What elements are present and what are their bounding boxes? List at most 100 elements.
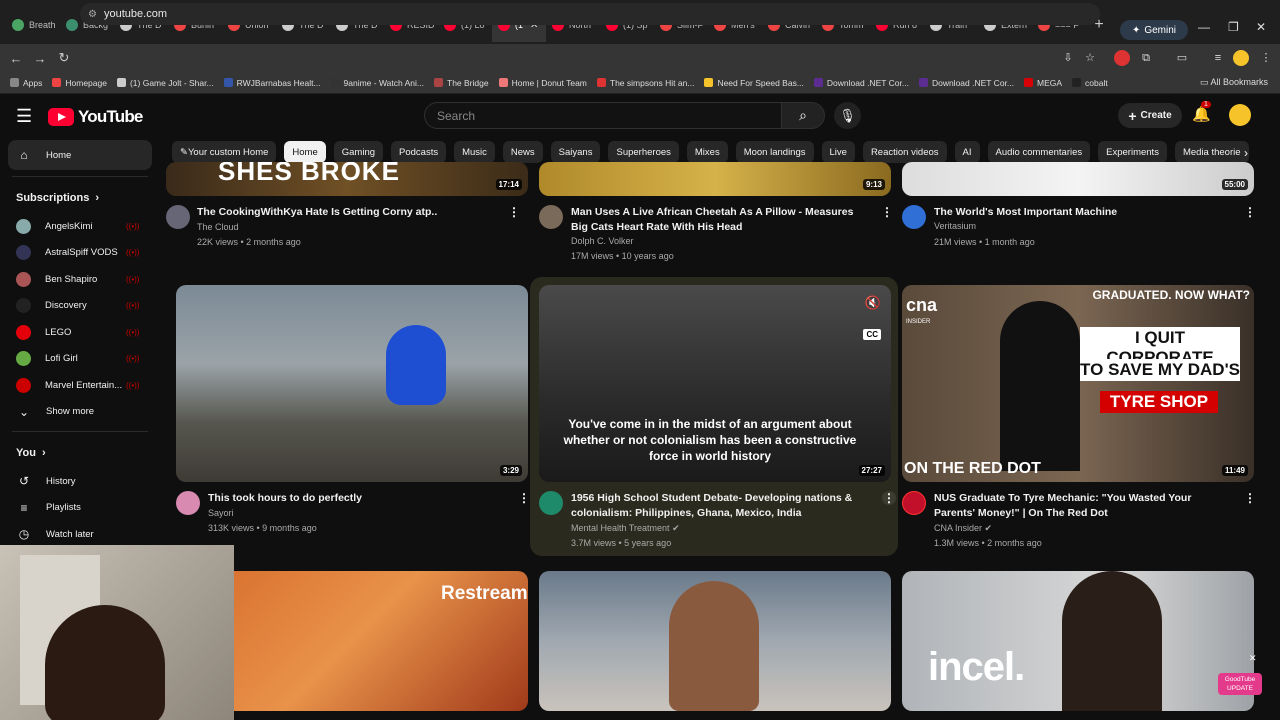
- you-header[interactable]: You ›: [0, 438, 160, 468]
- video-title[interactable]: Man Uses A Live African Cheetah As A Pil…: [571, 205, 871, 234]
- more-options-icon[interactable]: ⋮: [1244, 205, 1256, 219]
- notifications-button[interactable]: 🔔 1: [1192, 101, 1211, 123]
- channel-avatar[interactable]: [539, 491, 563, 515]
- video-thumbnail[interactable]: incel.: [902, 571, 1254, 711]
- back-icon[interactable]: ←: [4, 51, 28, 66]
- all-bookmarks-button[interactable]: ▭ All Bookmarks: [1200, 77, 1268, 88]
- channel-name[interactable]: Veritasium: [934, 221, 976, 231]
- channel-avatar[interactable]: [166, 205, 190, 229]
- site-info-icon[interactable]: ⚙: [88, 9, 97, 20]
- media-icon[interactable]: ▭: [1174, 50, 1190, 66]
- video-thumbnail[interactable]: SHES BROKE 17:14: [166, 162, 528, 196]
- create-button[interactable]: + Create: [1118, 103, 1182, 128]
- filter-chip[interactable]: Home: [284, 141, 326, 163]
- chips-next-icon[interactable]: ›: [1244, 146, 1248, 160]
- more-options-icon[interactable]: ⋮: [508, 205, 520, 219]
- filter-chip[interactable]: Superheroes: [608, 141, 679, 163]
- more-options-icon[interactable]: ⋮: [881, 205, 893, 219]
- video-title[interactable]: The World's Most Important Machine: [934, 205, 1234, 220]
- bookmark-item[interactable]: Download .NET Cor...: [918, 78, 1014, 88]
- extension-red-icon[interactable]: [1114, 50, 1130, 66]
- close-window-icon[interactable]: ✕: [1256, 20, 1266, 34]
- video-title[interactable]: 1956 High School Student Debate- Develop…: [571, 491, 861, 520]
- video-thumbnail[interactable]: 9:13: [539, 162, 891, 196]
- bookmark-item[interactable]: MEGA: [1024, 78, 1062, 88]
- show-more-button[interactable]: ⌄ Show more: [0, 399, 160, 426]
- maximize-icon[interactable]: ❐: [1228, 20, 1239, 34]
- filter-chip[interactable]: Media theorie: [1174, 141, 1249, 163]
- bookmark-item[interactable]: The simpsons Hit an...: [596, 78, 694, 88]
- bookmark-item[interactable]: RWJBarnabas Healt...: [223, 78, 321, 88]
- mute-icon[interactable]: 🔇: [865, 295, 881, 311]
- filter-chip[interactable]: Reaction videos: [862, 141, 947, 163]
- filter-chip[interactable]: Music: [454, 141, 495, 163]
- hamburger-menu-icon[interactable]: ☰: [16, 106, 32, 127]
- bookmark-item[interactable]: Download .NET Cor...: [813, 78, 909, 88]
- install-app-icon[interactable]: ⇩: [1060, 50, 1076, 66]
- video-title[interactable]: NUS Graduate To Tyre Mechanic: "You Wast…: [934, 491, 1234, 520]
- video-thumbnail[interactable]: cna INSIDER GRADUATED. NOW WHAT? I QUIT …: [902, 285, 1254, 482]
- sidebar-subscription[interactable]: Discovery ((•)): [0, 293, 160, 320]
- filter-chip[interactable]: Experiments: [1098, 141, 1167, 163]
- channel-name[interactable]: The Cloud: [197, 222, 239, 232]
- more-options-icon[interactable]: ⋮: [882, 491, 896, 505]
- filter-chip[interactable]: Moon landings: [735, 141, 814, 163]
- filter-chip[interactable]: Saiyans: [550, 141, 601, 163]
- forward-icon[interactable]: →: [28, 51, 52, 66]
- video-title[interactable]: This took hours to do perfectly: [208, 491, 498, 506]
- bookmark-item[interactable]: (1) Game Jolt - Shar...: [116, 78, 214, 88]
- bookmark-item[interactable]: Home | Donut Team: [498, 78, 587, 88]
- more-options-icon[interactable]: ⋮: [518, 491, 530, 505]
- bookmark-item[interactable]: Apps: [10, 78, 42, 88]
- voice-search-button[interactable]: 🎙: [834, 102, 861, 129]
- subscriptions-header[interactable]: Subscriptions ›: [0, 183, 160, 213]
- url-field[interactable]: ⚙ youtube.com: [80, 3, 1100, 25]
- gemini-button[interactable]: ✦ Gemini: [1120, 20, 1188, 40]
- channel-avatar-live[interactable]: [902, 491, 926, 515]
- minimize-icon[interactable]: —: [1198, 20, 1210, 34]
- bookmark-star-icon[interactable]: ☆: [1082, 50, 1098, 66]
- tab-search-icon[interactable]: ≡: [1210, 50, 1226, 66]
- filter-chip[interactable]: ✎ Your custom Home: [172, 141, 277, 163]
- sidebar-item-home[interactable]: ⌂ Home: [8, 140, 152, 170]
- sidebar-subscription[interactable]: Lofi Girl ((•)): [0, 346, 160, 373]
- video-thumbnail[interactable]: 55:00: [902, 162, 1254, 196]
- sidebar-subscription[interactable]: LEGO ((•)): [0, 319, 160, 346]
- goodtube-update-badge[interactable]: GoodTube UPDATE: [1218, 673, 1262, 695]
- sidebar-subscription[interactable]: Marvel Entertain... ((•)): [0, 372, 160, 399]
- browser-tab[interactable]: Breath: [6, 8, 60, 42]
- channel-name[interactable]: CNA Insider ✔: [934, 523, 992, 534]
- youtube-logo[interactable]: YouTube: [48, 107, 143, 127]
- video-thumbnail[interactable]: 3:29: [176, 285, 528, 482]
- sidebar-item-playlists[interactable]: ≡ Playlists: [0, 495, 160, 522]
- channel-name[interactable]: Dolph C. Volker: [571, 236, 634, 246]
- filter-chip[interactable]: News: [502, 141, 543, 163]
- filter-chip[interactable]: Live: [821, 141, 855, 163]
- bookmark-item[interactable]: Homepage: [52, 78, 107, 88]
- filter-chip[interactable]: Audio commentaries: [987, 141, 1091, 163]
- sidebar-subscription[interactable]: AstralSpiff VODS ((•)): [0, 240, 160, 267]
- filter-chip[interactable]: AI: [954, 141, 980, 163]
- channel-avatar[interactable]: [902, 205, 926, 229]
- search-input[interactable]: Search: [424, 102, 782, 129]
- channel-avatar[interactable]: [176, 491, 200, 515]
- filter-chip[interactable]: Podcasts: [391, 141, 447, 163]
- more-options-icon[interactable]: ⋮: [1244, 491, 1256, 505]
- reload-icon[interactable]: ↻: [52, 50, 76, 66]
- bookmark-item[interactable]: Need For Speed Bas...: [704, 78, 804, 88]
- bookmark-item[interactable]: The Bridge: [434, 78, 489, 88]
- captions-button[interactable]: CC: [863, 329, 881, 340]
- account-avatar[interactable]: [1229, 104, 1251, 126]
- profile-avatar[interactable]: [1233, 50, 1249, 66]
- video-thumbnail[interactable]: [539, 571, 891, 711]
- channel-avatar[interactable]: [539, 205, 563, 229]
- close-badge-icon[interactable]: ✕: [1249, 653, 1257, 664]
- bookmark-item[interactable]: 9anime - Watch Ani...: [330, 78, 424, 88]
- filter-chip[interactable]: Gaming: [333, 141, 384, 163]
- video-title[interactable]: The CookingWithKya Hate Is Getting Corny…: [197, 205, 497, 220]
- extensions-puzzle-icon[interactable]: ⧉: [1138, 50, 1154, 66]
- browser-menu-icon[interactable]: ⋮: [1258, 50, 1274, 66]
- sidebar-item-history[interactable]: ↺ History: [0, 468, 160, 495]
- sidebar-subscription[interactable]: Ben Shapiro ((•)): [0, 266, 160, 293]
- sidebar-subscription[interactable]: AngelsKimi ((•)): [0, 213, 160, 240]
